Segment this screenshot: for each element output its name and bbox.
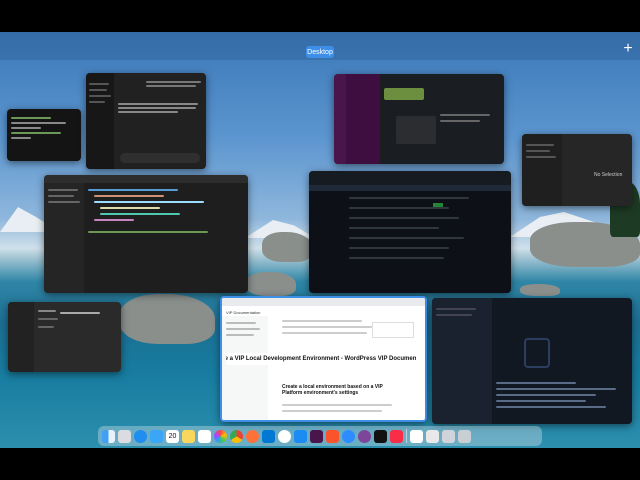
- photos-icon[interactable]: [214, 429, 227, 443]
- calendar-icon[interactable]: 20: [166, 429, 179, 443]
- dock: 20: [98, 426, 542, 446]
- terminal-icon[interactable]: [374, 429, 387, 443]
- downloads-icon[interactable]: [442, 429, 455, 443]
- files-icon[interactable]: [426, 429, 439, 443]
- slack-window[interactable]: [334, 74, 504, 164]
- preview-icon[interactable]: [410, 429, 423, 443]
- finder-window[interactable]: [8, 302, 121, 372]
- notes-window[interactable]: No Selection: [522, 134, 632, 206]
- rock-mid2: [262, 232, 312, 262]
- app-store-icon[interactable]: [294, 429, 307, 443]
- dock-separator: [406, 429, 407, 443]
- add-space-button[interactable]: +: [620, 41, 636, 57]
- no-selection-label: No Selection: [594, 172, 623, 178]
- rock-left: [120, 294, 215, 344]
- notes-icon[interactable]: [182, 429, 195, 443]
- finder-icon[interactable]: [102, 429, 115, 443]
- reminders-icon[interactable]: [198, 429, 211, 443]
- browser-window-title: Create a VIP Local Development Environme…: [226, 353, 416, 365]
- desktop-space-label[interactable]: Desktop: [306, 46, 334, 58]
- chatgpt-icon[interactable]: [278, 429, 291, 443]
- zoom-icon[interactable]: [342, 429, 355, 443]
- trash-icon[interactable]: [458, 429, 471, 443]
- rock-mid: [246, 272, 296, 296]
- launchpad-icon[interactable]: [118, 429, 131, 443]
- slack-icon[interactable]: [310, 429, 323, 443]
- tor-icon[interactable]: [358, 429, 371, 443]
- terminal-window-small[interactable]: [7, 109, 81, 161]
- mail-icon[interactable]: [150, 429, 163, 443]
- safari-icon[interactable]: [134, 429, 147, 443]
- vscode-window[interactable]: [44, 175, 248, 293]
- music-icon[interactable]: [390, 429, 403, 443]
- chatgpt-window[interactable]: [86, 73, 206, 169]
- rock-right-small: [520, 284, 560, 296]
- section-heading: Create a local environment based on a VI…: [282, 384, 383, 396]
- vscode-icon[interactable]: [262, 429, 275, 443]
- firefox-icon[interactable]: [246, 429, 259, 443]
- brave-icon[interactable]: [326, 429, 339, 443]
- vip-docs-sidebar-header: VIP Documentation: [226, 310, 261, 315]
- terminal-window-large[interactable]: [432, 298, 632, 424]
- github-window[interactable]: [309, 171, 511, 293]
- chrome-icon[interactable]: [230, 429, 243, 443]
